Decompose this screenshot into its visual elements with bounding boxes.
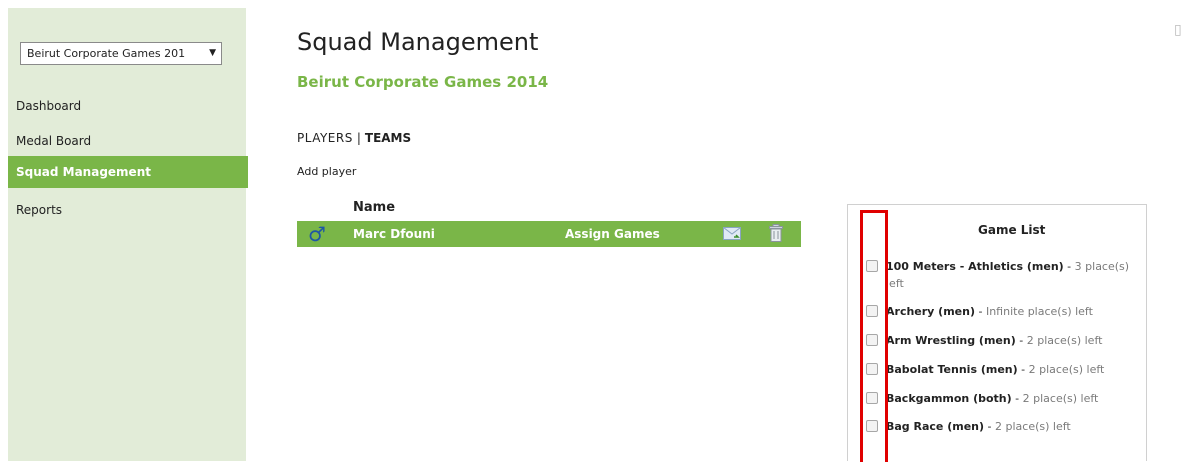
game-name: 100 Meters - Athletics (men) bbox=[886, 260, 1064, 273]
list-item: Archery (men) - Infinite place(s) left bbox=[866, 303, 1142, 320]
player-name[interactable]: Marc Dfouni bbox=[353, 227, 435, 241]
dropdown-arrow-icon: ▼ bbox=[209, 48, 216, 58]
game-separator: - bbox=[1063, 260, 1075, 273]
game-places: 2 place(s) left bbox=[1022, 392, 1099, 405]
game-places: 2 place(s) left bbox=[1026, 334, 1103, 347]
sidebar-item-squad-management[interactable]: Squad Management bbox=[8, 156, 248, 188]
table-row: ♂ Marc Dfouni Assign Games bbox=[297, 221, 801, 247]
game-list-title: Game List bbox=[978, 223, 1046, 237]
sidebar-item-reports[interactable]: Reports bbox=[8, 194, 248, 226]
game-name: Babolat Tennis (men) bbox=[886, 363, 1018, 376]
male-icon: ♂ bbox=[308, 222, 326, 246]
list-item: Babolat Tennis (men) - 2 place(s) left bbox=[866, 361, 1142, 378]
game-separator: - bbox=[1017, 363, 1029, 376]
add-player-link[interactable]: Add player bbox=[297, 165, 356, 178]
game-separator: - bbox=[1015, 334, 1027, 347]
game-name: Backgammon (both) bbox=[886, 392, 1012, 405]
tabs: PLAYERS | TEAMS bbox=[297, 131, 411, 145]
event-title: Beirut Corporate Games 2014 bbox=[297, 73, 549, 91]
envelope-icon[interactable] bbox=[723, 227, 741, 240]
game-list-panel: Game List 100 Meters - Athletics (men) -… bbox=[847, 204, 1147, 461]
checkbox-column-highlight bbox=[860, 210, 888, 462]
game-places: 2 place(s) left bbox=[1028, 363, 1105, 376]
list-item: Arm Wrestling (men) - 2 place(s) left bbox=[866, 332, 1142, 349]
list-item: Backgammon (both) - 2 place(s) left bbox=[866, 390, 1142, 407]
game-name: Bag Race (men) bbox=[886, 420, 985, 433]
tab-teams[interactable]: TEAMS bbox=[365, 131, 411, 145]
game-places: 2 place(s) left bbox=[995, 420, 1071, 433]
list-item: Bag Race (men) - 2 place(s) left bbox=[866, 418, 1142, 435]
event-select[interactable]: Beirut Corporate Games 201 ▼ bbox=[20, 42, 222, 65]
assign-games-link[interactable]: Assign Games bbox=[565, 227, 660, 241]
game-separator: - bbox=[1011, 392, 1023, 405]
tab-separator: | bbox=[356, 131, 361, 145]
page-title: Squad Management bbox=[297, 28, 539, 56]
game-name: Arm Wrestling (men) bbox=[886, 334, 1016, 347]
truncated-edge-icon: ▯ bbox=[1174, 22, 1182, 38]
trash-icon[interactable] bbox=[769, 224, 783, 242]
column-header-name: Name bbox=[353, 200, 396, 215]
tab-players[interactable]: PLAYERS bbox=[297, 131, 353, 145]
event-select-value: Beirut Corporate Games 201 bbox=[27, 47, 186, 60]
game-separator: - bbox=[974, 305, 986, 318]
sidebar-item-dashboard[interactable]: Dashboard bbox=[8, 90, 248, 122]
sidebar-item-medal-board[interactable]: Medal Board bbox=[8, 125, 248, 157]
list-item: 100 Meters - Athletics (men) - 3 place(s… bbox=[866, 258, 1142, 292]
sidebar: Beirut Corporate Games 201 ▼ Dashboard M… bbox=[8, 8, 248, 461]
game-separator: - bbox=[984, 420, 995, 433]
game-name: Archery (men) bbox=[886, 305, 975, 318]
game-places: Infinite place(s) left bbox=[985, 305, 1093, 318]
